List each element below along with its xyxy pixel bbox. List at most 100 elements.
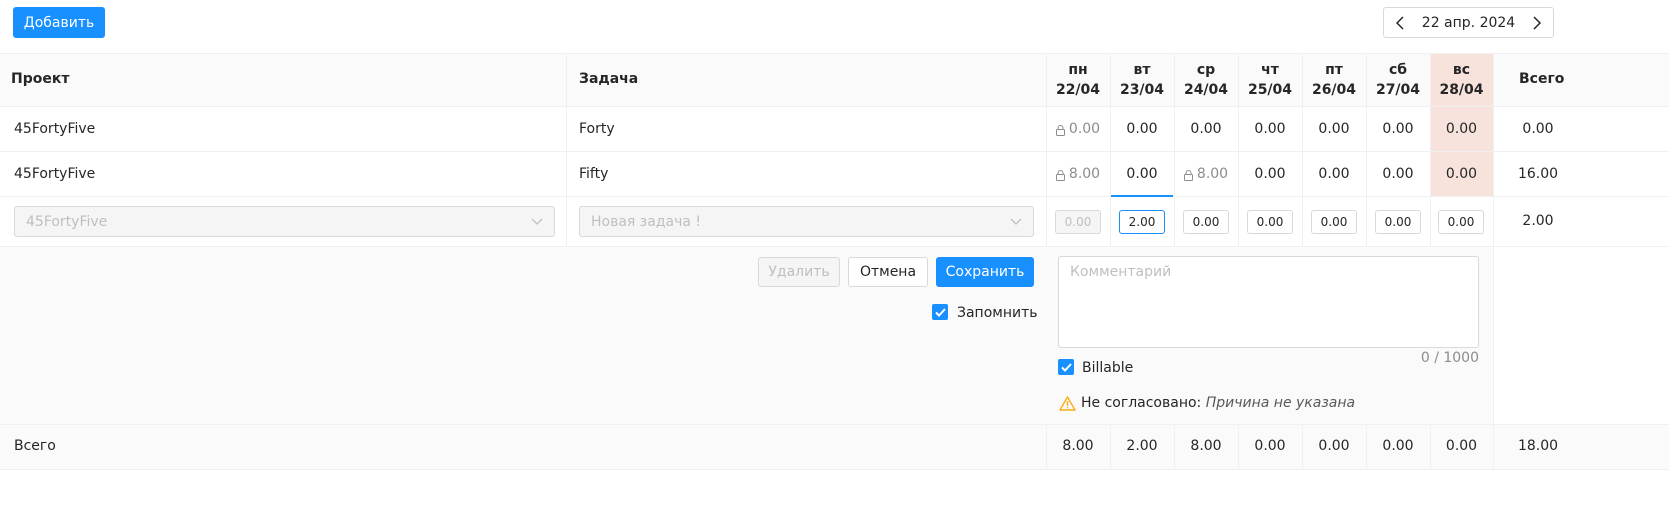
hours-cell[interactable]: 0.00: [1366, 166, 1430, 182]
lock-icon: [1183, 169, 1193, 181]
hours-cell[interactable]: 0.00: [1302, 121, 1366, 137]
column-header-total: Всего: [1519, 71, 1565, 87]
footer-day-total: 0.00: [1382, 438, 1414, 454]
hours-input-mon: 0.00: [1055, 210, 1101, 234]
current-week-label: 22 апр. 2024: [1421, 14, 1516, 31]
footer-day-total: 8.00: [1062, 438, 1094, 454]
footer-grand-total: 18.00: [1517, 438, 1559, 454]
day-date: 22/04: [1055, 82, 1101, 98]
hours-cell-locked: 8.00: [1174, 166, 1238, 182]
day-of-week: ср: [1196, 62, 1216, 78]
lock-icon: [1055, 169, 1065, 181]
divider: [566, 53, 567, 246]
column-header-sat: сб 27/04: [1366, 60, 1430, 100]
hours-input-fri[interactable]: 0.00: [1311, 210, 1357, 234]
hours-cell[interactable]: 0.00: [1366, 121, 1430, 137]
row-project: 45FortyFive: [14, 121, 96, 137]
divider: [0, 424, 1669, 425]
day-of-week: чт: [1261, 62, 1279, 78]
footer-day-total: 0.00: [1445, 438, 1478, 454]
day-of-week: вс: [1452, 62, 1471, 78]
divider: [0, 53, 1669, 54]
hours-cell[interactable]: 0.00: [1110, 121, 1174, 137]
divider: [0, 246, 1669, 247]
hours-value: 0.00: [1068, 121, 1101, 137]
project-select[interactable]: 45FortyFive: [14, 206, 555, 237]
column-header-tue: вт 23/04: [1110, 60, 1174, 100]
approval-status-reason: Причина не указана: [1205, 395, 1356, 411]
hours-input-wed[interactable]: 0.00: [1183, 210, 1229, 234]
column-header-fri: пт 26/04: [1302, 60, 1366, 100]
chevron-down-icon: [1010, 214, 1022, 230]
hours-input-sat[interactable]: 0.00: [1375, 210, 1421, 234]
hours-cell[interactable]: 0.00: [1430, 121, 1493, 137]
hours-cell[interactable]: 0.00: [1238, 166, 1302, 182]
footer-day-total: 2.00: [1126, 438, 1158, 454]
edit-row-total: 2.00: [1522, 213, 1554, 229]
day-date: 24/04: [1183, 82, 1229, 98]
divider: [1493, 53, 1494, 469]
cancel-button[interactable]: Отмена: [848, 257, 928, 287]
column-header-wed: ср 24/04: [1174, 60, 1238, 100]
column-header-project: Проект: [11, 71, 70, 87]
hours-cell[interactable]: 0.00: [1238, 121, 1302, 137]
row-task: Forty: [579, 121, 615, 137]
task-select[interactable]: Новая задача !: [579, 206, 1034, 237]
hours-value: 8.00: [1196, 166, 1229, 182]
hours-cell[interactable]: 0.00: [1110, 166, 1174, 182]
divider: [0, 469, 1669, 470]
column-header-mon: пн 22/04: [1046, 60, 1110, 100]
chevron-right-icon[interactable]: [1527, 13, 1547, 33]
add-button[interactable]: Добавить: [13, 7, 105, 38]
active-cell-indicator: [1111, 195, 1173, 197]
project-select-value: 45FortyFive: [26, 213, 108, 230]
hours-cell[interactable]: 0.00: [1302, 166, 1366, 182]
chevron-down-icon: [531, 214, 543, 230]
comment-counter: 0 / 1000: [1420, 350, 1479, 366]
day-of-week: сб: [1388, 62, 1408, 78]
chevron-left-icon[interactable]: [1390, 13, 1410, 33]
date-navigator: 22 апр. 2024: [1383, 7, 1554, 38]
day-date: 26/04: [1311, 82, 1357, 98]
day-date: 23/04: [1119, 82, 1165, 98]
day-date: 27/04: [1375, 82, 1421, 98]
day-date: 28/04: [1439, 82, 1484, 98]
hours-cell[interactable]: 0.00: [1430, 166, 1493, 182]
divider: [0, 196, 1669, 197]
comment-textarea[interactable]: Комментарий: [1058, 256, 1479, 348]
hours-value: 8.00: [1068, 166, 1101, 182]
billable-label[interactable]: Billable: [1082, 360, 1133, 376]
row-project: 45FortyFive: [14, 166, 96, 182]
divider: [0, 151, 1669, 152]
check-icon: [934, 307, 946, 317]
footer-day-total: 0.00: [1254, 438, 1286, 454]
remember-checkbox[interactable]: [932, 304, 948, 320]
row-total: 0.00: [1522, 121, 1554, 137]
footer-day-total: 0.00: [1318, 438, 1350, 454]
hours-input-thu[interactable]: 0.00: [1247, 210, 1293, 234]
row-task: Fifty: [579, 166, 609, 182]
warning-icon: [1059, 396, 1076, 415]
hours-cell-locked: 8.00: [1046, 166, 1110, 182]
day-of-week: пн: [1068, 62, 1088, 78]
hours-input-sun[interactable]: 0.00: [1438, 210, 1484, 234]
check-icon: [1060, 362, 1072, 372]
hours-cell[interactable]: 0.00: [1174, 121, 1238, 137]
day-date: 25/04: [1247, 82, 1293, 98]
remember-label[interactable]: Запомнить: [957, 305, 1038, 321]
column-header-thu: чт 25/04: [1238, 60, 1302, 100]
column-header-task: Задача: [579, 71, 639, 87]
approval-status: Не согласовано: Причина не указана: [1081, 395, 1355, 411]
billable-checkbox[interactable]: [1058, 359, 1074, 375]
divider: [0, 106, 1669, 107]
task-select-placeholder: Новая задача !: [591, 213, 701, 230]
hours-cell-locked: 0.00: [1046, 121, 1110, 137]
day-of-week: пт: [1325, 62, 1343, 78]
lock-icon: [1055, 124, 1065, 136]
footer-day-total: 8.00: [1190, 438, 1222, 454]
delete-button: Удалить: [758, 257, 840, 287]
approval-status-label: Не согласовано:: [1081, 395, 1202, 411]
save-button[interactable]: Сохранить: [936, 257, 1034, 287]
day-of-week: вт: [1133, 62, 1151, 78]
hours-input-tue[interactable]: 2.00: [1119, 210, 1165, 234]
